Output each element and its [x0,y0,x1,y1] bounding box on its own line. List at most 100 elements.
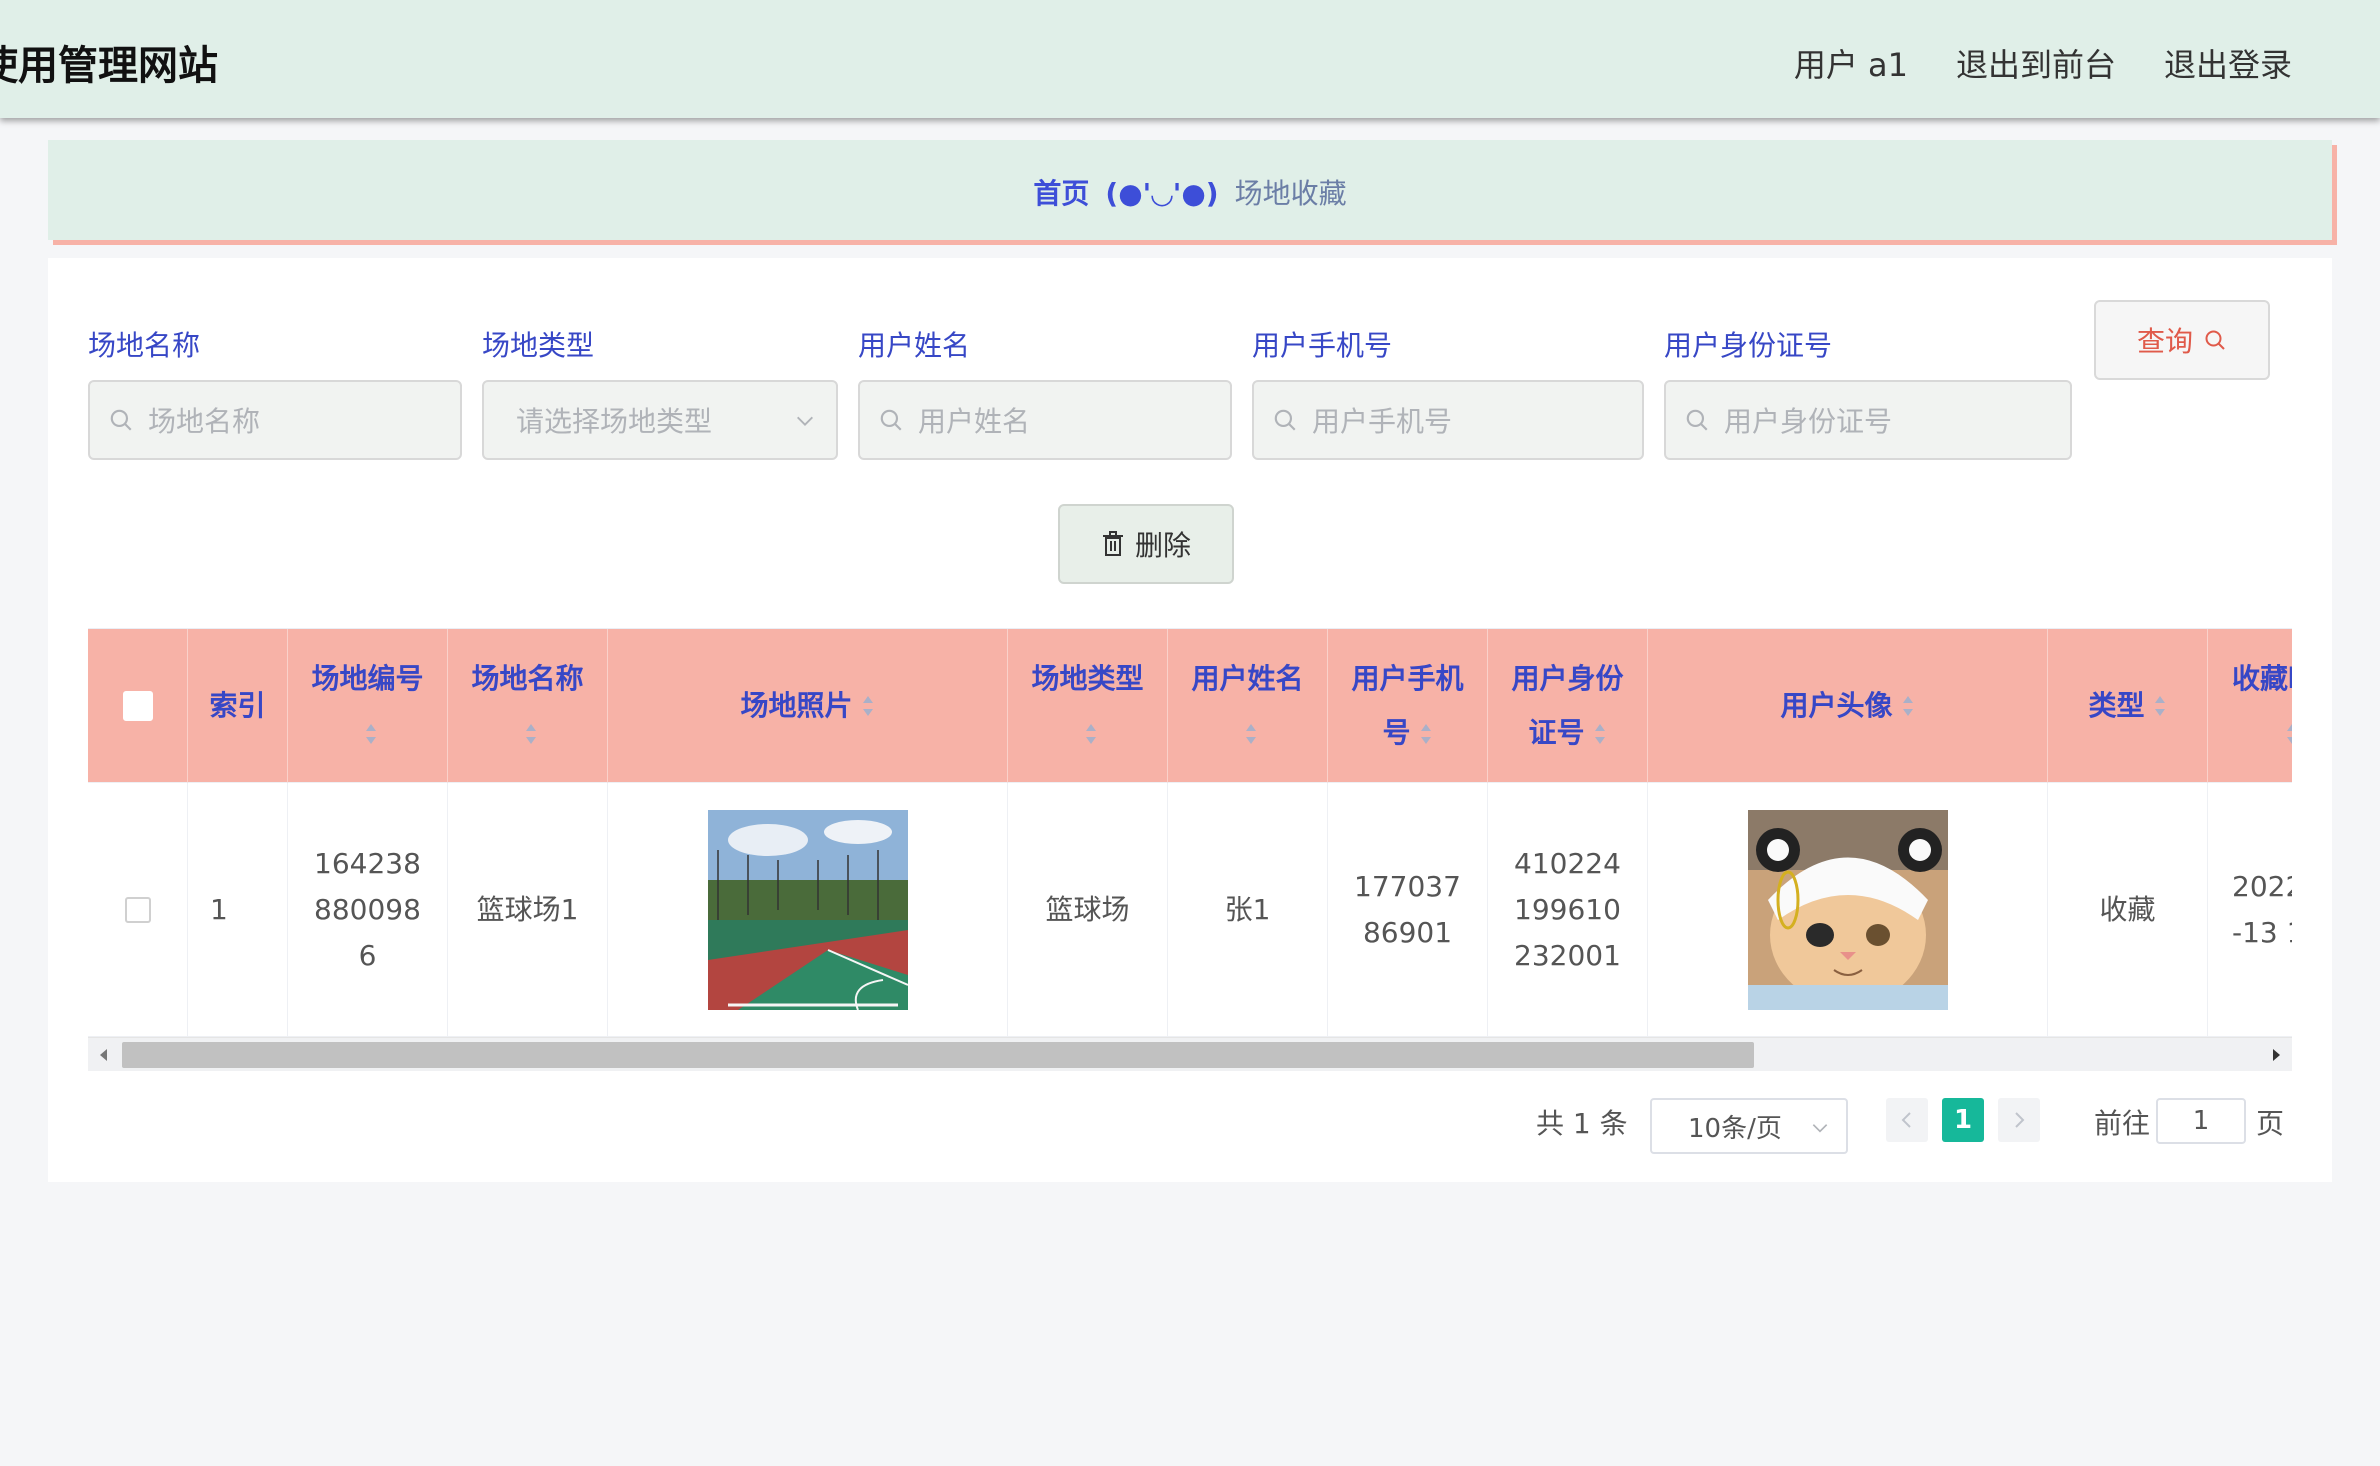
page-number-current[interactable]: 1 [1942,1098,1984,1142]
column-header-label: 索引 [209,688,266,722]
prev-page-button[interactable] [1886,1098,1928,1142]
total-suffix: 条 [1599,1107,1628,1140]
cell-text: 410224199610232001 [1514,846,1621,972]
data-table: 索引 场地编号 场地名称 场地照片 场地类型 用户姓名 用户手机号 用户身份证号… [88,628,2292,1074]
chevron-down-icon [797,416,813,426]
user-name-label: 用户姓名 [858,329,971,362]
back-to-front-link[interactable]: 退出到前台 [1956,40,2116,86]
breadcrumb-bar: 首页 (●'◡'●) 场地收藏 [48,140,2332,240]
cell-user-idcard: 410224199610232001 [1488,783,1648,1037]
column-header[interactable]: 用户姓名 [1168,629,1328,783]
column-header[interactable]: 类型 [2048,629,2208,783]
scroll-right-icon[interactable] [2268,1047,2284,1063]
search-icon [1274,409,1296,431]
cell-text: 1 [210,892,228,926]
sort-icon[interactable] [2285,721,2292,747]
cell-text: 篮球场 [1045,892,1130,926]
cell-venue-type: 篮球场 [1008,783,1168,1037]
cell-user-phone: 17703786901 [1328,783,1488,1037]
sort-icon[interactable] [1419,721,1433,747]
sort-icon[interactable] [1244,721,1258,747]
user-phone-placeholder: 用户手机号 [1312,405,1453,438]
horizontal-scrollbar[interactable] [88,1037,2292,1071]
breadcrumb-home[interactable]: 首页 [1033,177,1089,210]
page-unit-label: 页 [2256,1107,2285,1140]
user-menu[interactable]: 用户 a1 [1794,40,1908,86]
column-header[interactable]: 场地编号 [288,629,448,783]
column-header[interactable]: 用户身份证号 [1488,629,1648,783]
cell-type: 收藏 [2048,783,2208,1037]
venue-name-input[interactable]: 场地名称 [88,380,462,460]
cell-venue-no: 1642388800986 [288,783,448,1037]
venue-type-label: 场地类型 [482,329,595,362]
chevron-left-icon [1901,1112,1911,1128]
table-header: 索引 场地编号 场地名称 场地照片 场地类型 用户姓名 用户手机号 用户身份证号… [88,629,2292,783]
cell-text: 17703786901 [1354,869,1461,949]
trash-icon [1102,531,1123,556]
user-name-placeholder: 用户姓名 [918,405,1031,438]
venue-name-placeholder: 场地名称 [148,405,261,438]
cell-text: 张1 [1224,892,1271,926]
cell-index: 1 [188,783,288,1037]
search-icon [1686,409,1708,431]
row-select-cell [88,783,188,1037]
user-avatar[interactable] [1747,809,1948,1010]
logout-link[interactable]: 退出登录 [2164,40,2292,86]
goto-page-input[interactable]: 1 [2156,1098,2246,1144]
user-idcard-input[interactable]: 用户身份证号 [1664,380,2072,460]
scrollbar-thumb[interactable] [122,1042,1754,1068]
page-size-select[interactable]: 10条/页 [1650,1098,1848,1154]
user-name-input[interactable]: 用户姓名 [858,380,1232,460]
column-header[interactable]: 场地照片 [608,629,1008,783]
delete-button-label: 删除 [1134,529,1191,562]
column-header-label: 用户姓名 [1191,661,1304,695]
query-button[interactable]: 查询 [2094,300,2270,380]
cell-text: 篮球场1 [476,892,579,926]
sort-icon[interactable] [1084,721,1098,747]
breadcrumb-current: 场地收藏 [1234,177,1347,210]
scroll-left-icon[interactable] [96,1047,112,1063]
column-header-label: 用户身份证号 [1511,661,1624,749]
sort-icon[interactable] [1593,721,1607,747]
cell-user-avatar [1648,783,2048,1037]
column-header-label: 收藏时间 [2232,661,2292,695]
venue-photo[interactable] [707,809,908,1010]
search-icon [880,409,902,431]
select-all-checkbox[interactable] [122,690,153,721]
column-header-label: 场地类型 [1031,661,1144,695]
column-header[interactable]: 用户手机号 [1328,629,1488,783]
sort-icon[interactable] [2153,693,2167,719]
sort-icon[interactable] [1901,693,1915,719]
row-checkbox[interactable] [124,896,151,923]
column-header[interactable]: 收藏时间 [2208,629,2292,783]
delete-button[interactable]: 删除 [1058,504,1234,584]
venue-type-placeholder: 请选择场地类型 [516,405,713,438]
sort-icon[interactable] [861,693,875,719]
user-idcard-label: 用户身份证号 [1664,329,1833,362]
column-header: 索引 [188,629,288,783]
column-header[interactable]: 用户头像 [1648,629,2048,783]
header-select-all [88,629,188,783]
top-nav: 用户 a1 退出到前台 退出登录 [1794,40,2292,86]
sort-icon[interactable] [364,721,378,747]
chevron-down-icon [1812,1124,1828,1133]
cell-time: 2022-01-13 17:3 [2208,783,2292,1037]
venue-name-label: 场地名称 [88,329,201,362]
column-header[interactable]: 场地名称 [448,629,608,783]
user-phone-input[interactable]: 用户手机号 [1252,380,1644,460]
cell-text: 收藏 [2099,892,2156,926]
cell-venue-photo [608,783,1008,1037]
table-row[interactable]: 1 1642388800986 篮球场1 篮球场 张1 17703786901 … [88,783,2292,1037]
page-size-value: 10条/页 [1688,1113,1782,1144]
next-page-button[interactable] [1998,1098,2040,1142]
chevron-right-icon [2015,1112,2025,1128]
total-count: 1 [1572,1107,1591,1140]
site-title: 使用管理网站 [0,43,218,89]
user-idcard-placeholder: 用户身份证号 [1724,405,1893,438]
cell-text: 1642388800986 [314,846,421,972]
column-header[interactable]: 场地类型 [1008,629,1168,783]
goto-label: 前往 [2094,1107,2151,1140]
column-header-label: 用户手机号 [1351,661,1464,749]
sort-icon[interactable] [524,721,538,747]
venue-type-select[interactable]: 请选择场地类型 [482,380,838,460]
